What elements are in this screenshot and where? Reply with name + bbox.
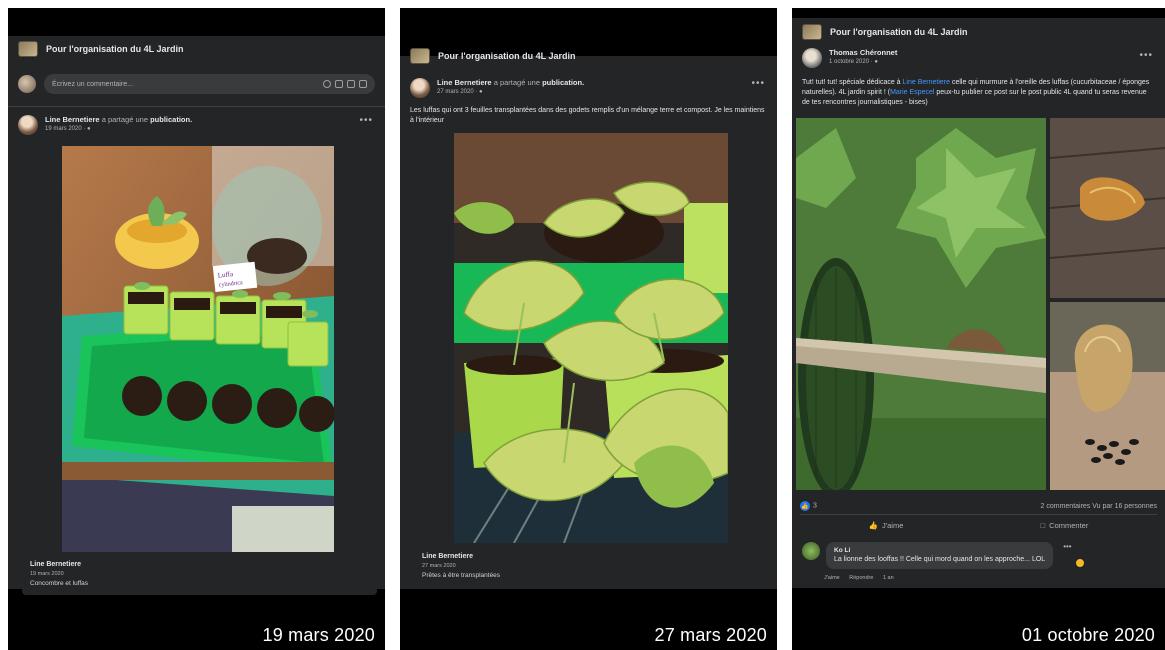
comment-icon: □ bbox=[1040, 521, 1046, 530]
like-count[interactable]: 👍 3 bbox=[800, 501, 817, 511]
globe-icon: ● bbox=[479, 89, 483, 95]
commenter-name[interactable]: Ko Li bbox=[834, 546, 1045, 555]
luffa-seedlings-photo bbox=[454, 133, 728, 543]
comment-button[interactable]: □ Commenter bbox=[1041, 521, 1089, 530]
commenter-avatar[interactable] bbox=[802, 542, 820, 560]
haha-reaction-icon bbox=[1075, 558, 1085, 568]
group-header[interactable]: Pour l'organisation du 4L Jardin bbox=[792, 20, 978, 44]
comment-placeholder: Écrivez un commentaire... bbox=[52, 80, 133, 88]
screenshot-panel-3: Pour l'organisation du 4L Jardin Thomas … bbox=[792, 8, 1165, 650]
mention-link[interactable]: Marie Especel bbox=[890, 89, 934, 96]
svg-text:Luffa: Luffa bbox=[217, 270, 234, 280]
post-card: Pour l'organisation du 4L Jardin Écrivez… bbox=[8, 36, 385, 595]
comment-input[interactable]: Écrivez un commentaire... bbox=[44, 74, 375, 94]
more-options-icon[interactable]: ••• bbox=[1139, 50, 1153, 61]
post-card: Pour l'organisation du 4L Jardin Line Be… bbox=[400, 48, 777, 589]
like-button[interactable]: 👍 J'aime bbox=[869, 521, 904, 530]
gif-icon[interactable] bbox=[347, 80, 355, 88]
shared-date: 27 mars 2020 bbox=[422, 563, 456, 569]
author-line: Line Bernetiere a partagé une publicatio… bbox=[45, 115, 192, 125]
author-avatar[interactable] bbox=[410, 78, 430, 98]
post-date[interactable]: 27 mars 2020 · ● bbox=[437, 88, 584, 97]
comment-options-icon[interactable]: ••• bbox=[1063, 542, 1071, 569]
globe-icon: ● bbox=[874, 59, 878, 65]
thumbs-up-icon: 👍 bbox=[868, 521, 878, 530]
author-avatar[interactable] bbox=[802, 48, 822, 68]
post-photo[interactable] bbox=[1050, 118, 1165, 298]
camera-icon[interactable] bbox=[335, 80, 343, 88]
post-card: Pour l'organisation du 4L Jardin Thomas … bbox=[792, 18, 1165, 588]
post-header: Line Bernetiere a partagé une publicatio… bbox=[400, 70, 777, 102]
group-thumbnail bbox=[410, 48, 430, 64]
post-stats[interactable]: 2 commentaires Vu par 16 personnes bbox=[1041, 503, 1157, 510]
shared-text: Concombre et luffas bbox=[30, 580, 89, 587]
comment: Ko Li La lionne des looffas !! Celle qui… bbox=[792, 538, 1165, 573]
comment-thread: Ko Li La lionne des looffas !! Celle qui… bbox=[792, 538, 1165, 581]
group-header[interactable]: Pour l'organisation du 4L Jardin bbox=[400, 46, 586, 66]
author-name[interactable]: Thomas Chéronnet bbox=[829, 48, 897, 58]
group-thumbnail bbox=[18, 41, 38, 57]
shared-date: 19 mars 2020 bbox=[30, 571, 64, 577]
comment-time: 1 an bbox=[882, 575, 894, 581]
comment-bubble: Ko Li La lionne des looffas !! Celle qui… bbox=[826, 542, 1054, 569]
seedlings-photo: Luffa cylindrica bbox=[62, 146, 334, 552]
avatar bbox=[18, 75, 36, 93]
group-name: Pour l'organisation du 4L Jardin bbox=[438, 51, 576, 61]
group-thumbnail bbox=[802, 24, 822, 40]
sticker-icon[interactable] bbox=[359, 80, 367, 88]
comment-text: La lionne des looffas !! Celle qui mord … bbox=[834, 556, 1046, 563]
more-options-icon[interactable]: ••• bbox=[359, 115, 373, 126]
luffa-plant-photo bbox=[796, 118, 1046, 490]
dried-luffa-photo bbox=[1050, 118, 1165, 298]
mention-link[interactable]: Line Bernetiere bbox=[903, 79, 950, 86]
action-text: a partagé une bbox=[493, 78, 540, 87]
date-caption: 27 mars 2020 bbox=[654, 625, 767, 645]
post-photo[interactable] bbox=[1050, 302, 1165, 490]
date-caption: 01 octobre 2020 bbox=[1021, 625, 1155, 645]
luffa-sponge-seeds-photo bbox=[1050, 302, 1165, 490]
author-avatar[interactable] bbox=[18, 115, 38, 135]
action-bar: 👍 J'aime □ Commenter bbox=[800, 514, 1157, 536]
shared-author[interactable]: Line Bernetiere bbox=[422, 552, 761, 562]
group-name: Pour l'organisation du 4L Jardin bbox=[46, 44, 184, 54]
shared-text: Prêtes à être transplantées bbox=[422, 572, 501, 579]
more-options-icon[interactable]: ••• bbox=[751, 78, 765, 89]
thumbs-up-icon: 👍 bbox=[800, 501, 810, 511]
post-photo[interactable] bbox=[796, 118, 1046, 490]
post-date[interactable]: 19 mars 2020 · ● bbox=[45, 125, 192, 134]
screenshot-panel-1: Pour l'organisation du 4L Jardin Écrivez… bbox=[8, 8, 385, 650]
post-photo[interactable] bbox=[454, 133, 728, 543]
post-text: Les luffas qui ont 3 feuilles transplant… bbox=[410, 107, 765, 124]
comment-bar: Écrivez un commentaire... bbox=[8, 68, 385, 100]
group-name: Pour l'organisation du 4L Jardin bbox=[830, 27, 968, 37]
action-object[interactable]: publication. bbox=[542, 78, 584, 87]
comment-like-link[interactable]: J'aime bbox=[824, 575, 840, 581]
date-caption: 19 mars 2020 bbox=[262, 625, 375, 645]
post-header: Line Bernetiere a partagé une publicatio… bbox=[8, 106, 385, 139]
comment-actions: J'aime Répondre 1 an bbox=[792, 573, 1165, 581]
globe-icon: ● bbox=[87, 126, 91, 132]
comment-reply-link[interactable]: Répondre bbox=[849, 575, 873, 581]
shared-post-footer[interactable]: Line Bernetiere 19 mars 2020 Concombre e… bbox=[22, 554, 377, 595]
action-object[interactable]: publication. bbox=[150, 115, 192, 124]
author-name[interactable]: Line Bernetiere bbox=[45, 115, 100, 124]
post-text: Tut! tut! tut! spéciale dédicace à Line … bbox=[802, 79, 1150, 106]
action-text: a partagé une bbox=[101, 115, 148, 124]
comment-tools bbox=[323, 80, 367, 88]
screenshot-panel-2: Pour l'organisation du 4L Jardin Line Be… bbox=[400, 8, 777, 650]
author-name[interactable]: Line Bernetiere bbox=[437, 78, 492, 87]
group-header[interactable]: Pour l'organisation du 4L Jardin bbox=[8, 36, 194, 62]
emoji-icon[interactable] bbox=[323, 80, 331, 88]
post-header: Thomas Chéronnet 1 octobre 2020 · ● ••• bbox=[792, 42, 1165, 72]
post-date[interactable]: 1 octobre 2020 · ● bbox=[829, 58, 897, 67]
post-photo[interactable]: Luffa cylindrica bbox=[62, 146, 334, 552]
author-line: Line Bernetiere a partagé une publicatio… bbox=[437, 78, 584, 88]
shared-post-footer[interactable]: Line Bernetiere 27 mars 2020 Prêtes à êt… bbox=[414, 546, 769, 587]
reaction-bar: 👍 3 2 commentaires Vu par 16 personnes bbox=[792, 496, 1165, 516]
shared-author[interactable]: Line Bernetiere bbox=[30, 560, 369, 570]
